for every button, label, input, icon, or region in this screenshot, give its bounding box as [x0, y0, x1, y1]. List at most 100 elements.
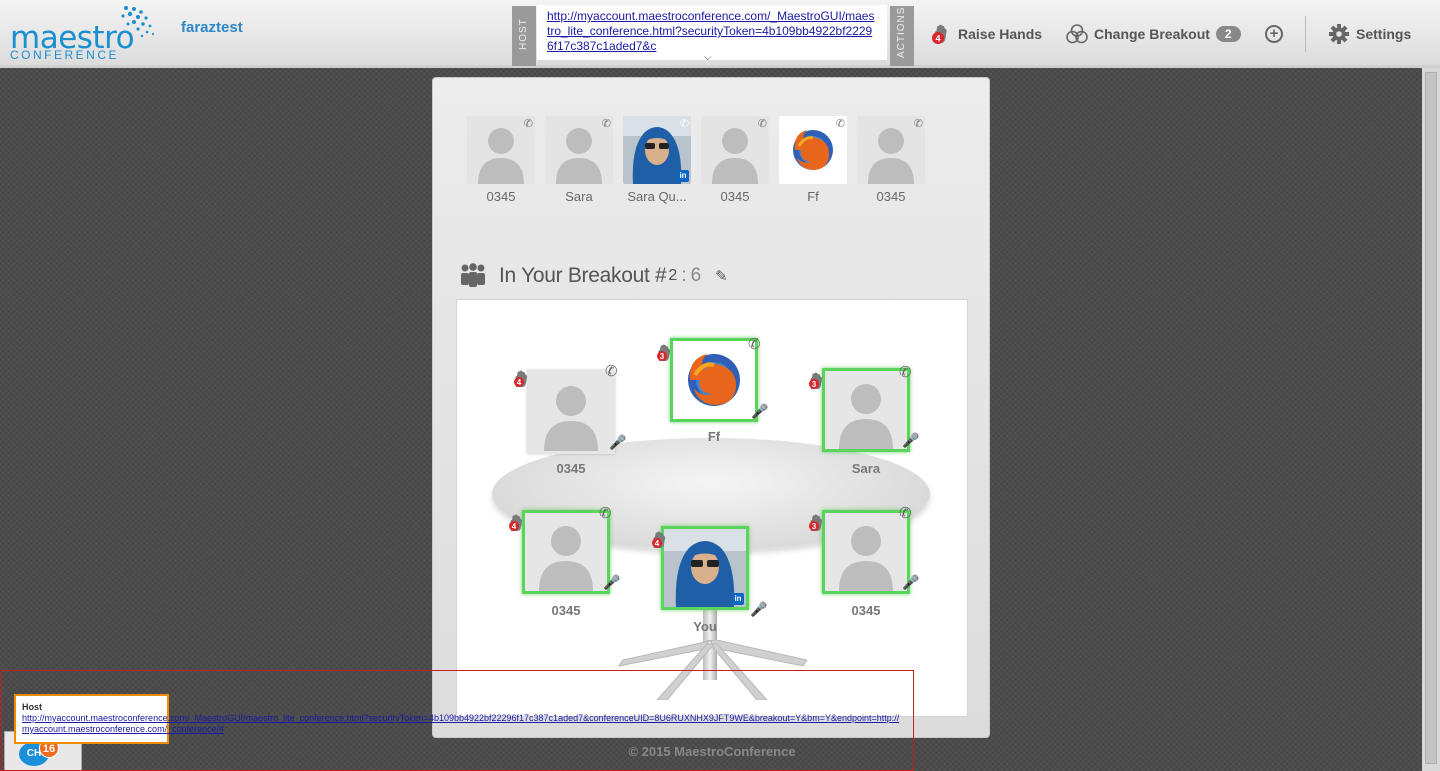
seat-name: 0345	[851, 603, 881, 618]
seat-participant[interactable]: 0345	[527, 370, 615, 476]
breakout-number: 2	[668, 267, 678, 284]
conference-panel: ✆ 0345 ✆ Sara in ✆ Sara Qu... ✆ 0345 ✆ F…	[432, 77, 990, 759]
host-url-link[interactable]: http://myaccount.maestroconference.com/_…	[547, 9, 874, 53]
raised-hand-icon: 4	[514, 370, 528, 387]
strip-participant[interactable]: ✆ Sara	[545, 116, 613, 204]
host-popup-title: Host	[22, 702, 42, 712]
seat-participant[interactable]: 0345	[522, 510, 610, 618]
toolbar-divider	[1305, 16, 1306, 52]
strip-participant[interactable]: ✆ Ff	[779, 116, 847, 204]
change-breakout-button[interactable]: Change Breakout 2	[1066, 22, 1241, 46]
add-breakout-icon[interactable]: +	[1265, 25, 1283, 43]
breakout-title: In Your Breakout #	[499, 264, 667, 287]
avatar: in ✆	[623, 116, 691, 184]
actions-tab: ACTIONS	[890, 6, 914, 66]
seat-name: Ff	[707, 429, 721, 444]
participant-name: 0345	[720, 189, 750, 204]
strip-participant[interactable]: in ✆ Sara Qu...	[623, 116, 691, 204]
linkedin-icon: in	[732, 593, 744, 605]
breakout-heading: In Your Breakout # 2 : 6 ✎	[459, 263, 728, 289]
raise-hands-button[interactable]: 4 Raise Hands	[930, 22, 1042, 46]
breakout-circles-icon	[1066, 24, 1088, 44]
avatar: ✆	[779, 116, 847, 184]
default-avatar-icon	[825, 513, 907, 591]
raised-hand-icon: 4	[509, 514, 523, 531]
avatar: ✆	[545, 116, 613, 184]
group-icon	[461, 263, 485, 287]
maestro-logo[interactable]: maestro CONFERENCE	[8, 4, 158, 62]
breakout-separator: :	[681, 265, 687, 286]
avatar	[822, 368, 910, 452]
settings-label: Settings	[1356, 26, 1412, 42]
default-avatar-icon	[530, 373, 612, 451]
logo-dots-icon	[121, 6, 155, 38]
phone-icon: ✆	[605, 363, 618, 380]
avatar: ✆	[467, 116, 535, 184]
seat-participant[interactable]: 0345	[822, 510, 910, 618]
raised-hand-icon: 3	[809, 372, 823, 389]
seat-participant[interactable]: Ff	[670, 338, 758, 444]
svg-text:4: 4	[655, 539, 660, 548]
scrollbar-thumb[interactable]	[1425, 72, 1437, 764]
default-avatar-icon	[825, 371, 907, 449]
microphone-icon: 🎤	[750, 601, 768, 617]
breakout-count-badge: 2	[1215, 26, 1241, 42]
phone-icon: ✆	[601, 118, 611, 130]
avatar	[522, 510, 610, 594]
top-bar: maestro CONFERENCE faraztest HOST http:/…	[0, 0, 1440, 68]
settings-button[interactable]: Settings	[1328, 22, 1411, 46]
phone-icon: ✆	[899, 364, 912, 381]
microphone-icon: 🎤	[603, 574, 621, 590]
seat-participant-self[interactable]: in You	[661, 526, 749, 634]
host-popup-link[interactable]: http://myaccount.maestroconference.com/_…	[22, 713, 902, 735]
microphone-icon: 🎤	[902, 432, 920, 448]
seat-name: Sara	[851, 461, 881, 476]
raised-hand-icon: 3	[809, 514, 823, 531]
svg-text:3: 3	[660, 352, 665, 361]
seat-participant[interactable]: Sara	[822, 368, 910, 476]
phone-icon: ✆	[913, 118, 923, 130]
edit-pencil-icon[interactable]: ✎	[715, 267, 728, 285]
participant-name: Sara	[565, 189, 593, 204]
raise-hands-label: Raise Hands	[958, 26, 1043, 42]
gear-icon	[1329, 24, 1349, 44]
participant-name: Sara Qu...	[627, 189, 687, 204]
host-url-box[interactable]: http://myaccount.maestroconference.com/_…	[537, 5, 887, 60]
participant-name: 0345	[876, 189, 906, 204]
microphone-icon: 🎤	[751, 403, 769, 419]
username: faraztest	[181, 19, 243, 36]
phone-icon: ✆	[899, 505, 912, 522]
phone-icon: ✆	[599, 505, 612, 522]
default-avatar-icon	[525, 513, 607, 591]
strip-participant[interactable]: ✆ 0345	[857, 116, 925, 204]
phone-icon: ✆	[835, 118, 845, 130]
vertical-scrollbar[interactable]	[1422, 68, 1440, 771]
microphone-icon: 🎤	[609, 434, 627, 450]
firefox-icon	[688, 354, 740, 406]
svg-text:4: 4	[512, 522, 517, 531]
phone-icon: ✆	[679, 118, 689, 130]
raised-hand-icon: 4	[652, 531, 666, 548]
seat-name: You	[693, 619, 717, 634]
svg-text:3: 3	[812, 380, 817, 389]
raised-hand-icon: 3	[657, 344, 671, 361]
host-tab: HOST	[512, 6, 536, 66]
phone-icon: ✆	[748, 336, 761, 353]
change-breakout-label: Change Breakout	[1094, 26, 1210, 42]
avatar: ✆	[857, 116, 925, 184]
strip-participant[interactable]: ✆ 0345	[701, 116, 769, 204]
seat-name: 0345	[556, 461, 586, 476]
avatar	[822, 510, 910, 594]
avatar: in	[661, 526, 749, 610]
strip-participant[interactable]: ✆ 0345	[467, 116, 535, 204]
breakout-participant-count: 6	[690, 265, 702, 286]
seat-name: 0345	[551, 603, 581, 618]
svg-text:4: 4	[935, 34, 940, 44]
participant-strip: ✆ 0345 ✆ Sara in ✆ Sara Qu... ✆ 0345 ✆ F…	[467, 116, 937, 206]
avatar	[670, 338, 758, 422]
chevron-down-icon[interactable]: ⌵	[704, 52, 712, 63]
avatar	[527, 370, 615, 454]
phone-icon: ✆	[523, 118, 533, 130]
table-base	[617, 640, 807, 700]
copyright-text: © 2015 MaestroConference	[628, 744, 796, 759]
